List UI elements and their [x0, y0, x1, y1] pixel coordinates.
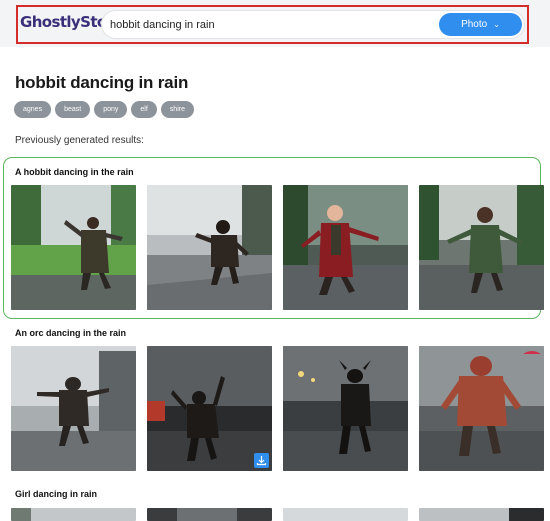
result-image[interactable] — [283, 346, 408, 471]
media-type-label: Photo — [461, 19, 488, 30]
result-image[interactable] — [11, 185, 136, 310]
page-title: hobbit dancing in rain — [15, 73, 189, 92]
result-image[interactable] — [11, 346, 136, 471]
tag-agnes[interactable]: agnes — [14, 101, 52, 118]
result-image[interactable] — [147, 185, 272, 310]
previous-results-label: Previously generated results: — [15, 135, 144, 146]
group-title: An orc dancing in the rain — [15, 328, 127, 338]
result-image[interactable] — [147, 508, 272, 521]
download-icon — [256, 456, 267, 466]
result-image[interactable] — [283, 185, 408, 310]
group-title: A hobbit dancing in the rain — [15, 167, 134, 177]
tag-pony[interactable]: pony — [94, 101, 128, 118]
download-button[interactable] — [254, 453, 269, 468]
result-image[interactable] — [419, 508, 544, 521]
group-title: Girl dancing in rain — [15, 489, 98, 499]
search-bar[interactable]: Photo ⌄ — [101, 10, 525, 39]
result-image[interactable] — [11, 508, 136, 521]
chevron-down-icon: ⌄ — [493, 20, 500, 29]
result-image[interactable] — [283, 508, 408, 521]
image-row-girl — [11, 508, 544, 521]
tag-elf[interactable]: elf — [131, 101, 157, 118]
search-input[interactable] — [110, 14, 430, 36]
image-row-hobbit — [11, 185, 544, 310]
tag-beast[interactable]: beast — [55, 101, 91, 118]
image-row-orc — [11, 346, 544, 471]
tag-shire[interactable]: shire — [160, 101, 194, 118]
result-image[interactable] — [419, 346, 544, 471]
result-image[interactable] — [419, 185, 544, 310]
top-bar: GhostlyStock Photo ⌄ — [0, 0, 550, 47]
media-type-dropdown[interactable]: Photo ⌄ — [439, 13, 522, 36]
tag-list: agnes beast pony elf shire — [14, 101, 194, 118]
result-image[interactable] — [147, 346, 272, 471]
